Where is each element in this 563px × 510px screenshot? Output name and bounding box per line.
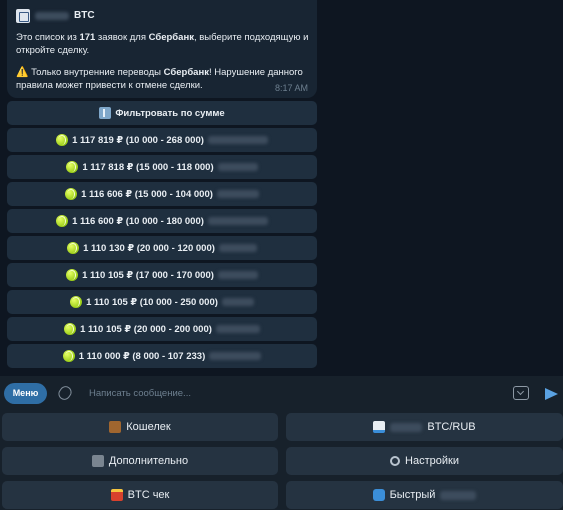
bank-name: Сбербанк — [148, 32, 194, 43]
tennis-ball-icon — [67, 242, 80, 254]
menu-button[interactable]: Меню — [4, 382, 47, 404]
bot-message: BTC Это список из 171 заявок для Сбербан… — [7, 0, 317, 98]
redacted-text — [215, 325, 260, 333]
rate-label: BTC/RUB — [427, 421, 476, 433]
wrench-icon — [390, 456, 401, 466]
gift-icon — [110, 489, 123, 501]
warning-icon: ⚠️ — [16, 67, 29, 78]
order-label: 1 110 130 ₽ (20 000 - 120 000) — [83, 242, 215, 254]
warning-text: Только внутренние переводы — [28, 67, 164, 78]
redacted-text — [209, 352, 262, 360]
wallet-button[interactable]: Кошелек — [2, 413, 278, 441]
tennis-ball-icon — [66, 161, 79, 173]
order-label: 1 110 000 ₽ (8 000 - 107 233) — [78, 350, 206, 362]
order-label: 1 117 819 ₽ (10 000 - 268 000) — [72, 134, 204, 146]
message-text: Это список из 171 заявок для Сбербанк, в… — [16, 32, 309, 92]
tennis-ball-icon — [66, 269, 79, 281]
more-button[interactable]: Дополнительно — [2, 447, 278, 475]
order-label: 1 110 105 ₽ (10 000 - 250 000) — [86, 296, 218, 308]
attach-icon[interactable] — [56, 383, 74, 403]
order-button[interactable]: 1 110 105 ₽ (10 000 - 250 000) — [7, 290, 317, 314]
chat-area: BTC Это список из 171 заявок для Сбербан… — [0, 0, 563, 376]
inline-keyboard: Фильтровать по сумме 1 117 819 ₽ (10 000… — [7, 101, 317, 371]
send-icon[interactable] — [545, 388, 558, 400]
settings-button[interactable]: Настройки — [286, 447, 563, 475]
order-label: 1 116 606 ₽ (15 000 - 104 000) — [81, 188, 213, 200]
order-label: 1 110 105 ₽ (20 000 - 200 000) — [80, 323, 212, 335]
order-button[interactable]: 1 110 000 ₽ (8 000 - 107 233) — [7, 344, 317, 368]
redacted-text — [440, 490, 477, 500]
redacted-name — [35, 12, 69, 20]
message-time: 8:17 AM — [274, 82, 308, 93]
tennis-ball-icon — [56, 134, 69, 146]
rate-button[interactable]: BTC/RUB — [286, 413, 563, 441]
btc-check-label: BTC чек — [127, 489, 170, 501]
settings-label: Настройки — [405, 455, 459, 467]
redacted-text — [217, 163, 258, 171]
tennis-ball-icon — [64, 323, 77, 335]
bot-name: BTC — [74, 9, 95, 21]
warning-bank: Сбербанк — [163, 67, 209, 78]
order-button[interactable]: 1 116 600 ₽ (10 000 - 180 000) — [7, 209, 317, 233]
bar-chart-icon — [373, 421, 386, 433]
redacted-text — [221, 298, 254, 306]
briefcase-icon — [109, 421, 122, 433]
reply-keyboard: Кошелек BTC/RUB Дополнительно Настройки … — [0, 410, 563, 510]
fast-label: Быстрый — [389, 489, 436, 501]
redacted-text — [218, 244, 257, 252]
message-header: BTC — [16, 8, 309, 24]
file-cabinet-icon — [91, 455, 104, 467]
message-input-bar: Меню — [0, 376, 563, 410]
order-count: 171 — [79, 32, 96, 43]
order-label: 1 116 600 ₽ (10 000 - 180 000) — [72, 215, 204, 227]
fast-button[interactable]: Быстрый — [286, 481, 563, 509]
order-button[interactable]: 1 110 130 ₽ (20 000 - 120 000) — [7, 236, 317, 260]
intro-text-mid: заявок для — [95, 32, 149, 43]
redacted-text — [216, 190, 259, 198]
order-button[interactable]: 1 110 105 ₽ (20 000 - 200 000) — [7, 317, 317, 341]
redacted-text — [217, 271, 258, 279]
order-label: 1 110 105 ₽ (17 000 - 170 000) — [82, 269, 214, 281]
tennis-ball-icon — [56, 215, 69, 227]
filter-by-amount-button[interactable]: Фильтровать по сумме — [7, 101, 317, 125]
filter-icon — [99, 107, 112, 119]
redacted-text — [390, 422, 423, 432]
exchange-icon — [372, 489, 385, 501]
wallet-label: Кошелек — [126, 421, 171, 433]
keyboard-toggle-icon[interactable] — [513, 386, 529, 400]
redacted-text — [207, 136, 268, 144]
redacted-text — [207, 217, 268, 225]
order-button[interactable]: 1 110 105 ₽ (17 000 - 170 000) — [7, 263, 317, 287]
message-input[interactable] — [89, 383, 489, 403]
intro-text: Это список из — [16, 32, 80, 43]
order-button[interactable]: 1 116 606 ₽ (15 000 - 104 000) — [7, 182, 317, 206]
btc-check-button[interactable]: BTC чек — [2, 481, 278, 509]
bot-avatar-icon — [16, 9, 30, 23]
tennis-ball-icon — [62, 350, 75, 362]
order-button[interactable]: 1 117 819 ₽ (10 000 - 268 000) — [7, 128, 317, 152]
button-label: Фильтровать по сумме — [115, 107, 225, 119]
more-label: Дополнительно — [108, 455, 189, 467]
tennis-ball-icon — [70, 296, 83, 308]
tennis-ball-icon — [65, 188, 78, 200]
order-label: 1 117 818 ₽ (15 000 - 118 000) — [82, 161, 214, 173]
order-button[interactable]: 1 117 818 ₽ (15 000 - 118 000) — [7, 155, 317, 179]
